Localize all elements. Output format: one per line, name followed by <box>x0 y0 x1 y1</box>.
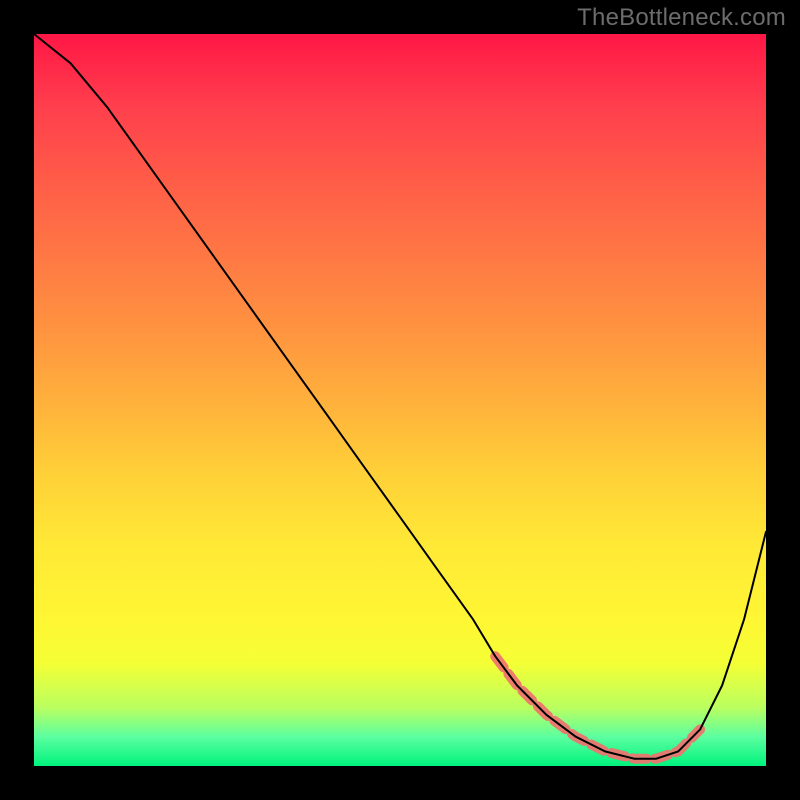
bottleneck-curve <box>34 34 766 759</box>
watermark-text: TheBottleneck.com <box>577 4 786 32</box>
chart-frame: TheBottleneck.com <box>0 0 800 800</box>
curve-layer <box>34 34 766 766</box>
plot-area <box>34 34 766 766</box>
optimal-zone-highlight <box>495 656 700 759</box>
